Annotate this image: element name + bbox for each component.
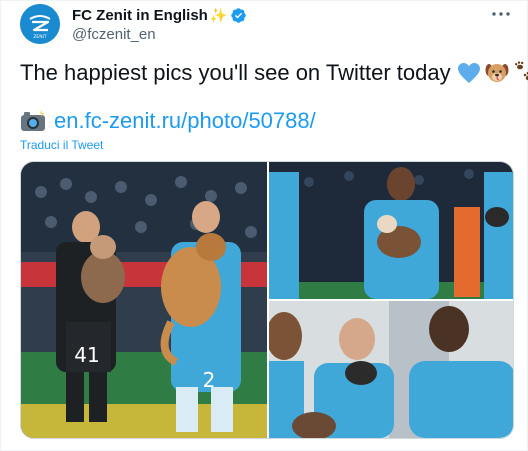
tweet-card[interactable]: ZENIT FC Zenit in English ✨ @fczenit_en … [0,0,528,451]
verified-badge-icon [231,7,247,23]
more-options-icon[interactable] [491,5,511,23]
photo-goalkeeper-and-player-with-dogs[interactable]: 41 2 [21,162,267,438]
blue-heart-icon [457,63,480,83]
tweet-text: The happiest pics you'll see on Twitter … [20,59,528,87]
author-name[interactable]: FC Zenit in English [72,7,208,24]
svg-text:ZENIT: ZENIT [33,34,47,40]
media-grid[interactable]: 41 2 [20,161,514,439]
photo-gallery-link[interactable]: en.fc-zenit.ru/photo/50788/ [54,108,316,134]
dog-face-icon [485,64,509,82]
translate-tweet-button[interactable]: Traduci il Tweet [20,138,103,152]
photo-player-holding-puppy[interactable] [269,162,513,299]
camera-with-flash-icon [21,110,45,131]
paw-prints-icon [514,61,528,81]
author-name-row[interactable]: FC Zenit in English ✨ [72,5,247,25]
svg-text:41: 41 [74,343,99,367]
sparkles-icon: ✨ [209,7,228,23]
tweet-text-content: The happiest pics you'll see on Twitter … [20,60,451,85]
author-handle[interactable]: @fczenit_en [72,26,156,43]
author-avatar[interactable]: ZENIT [20,4,60,44]
zenit-logo-icon: ZENIT [20,4,60,44]
photo-players-with-puppies-in-locker-room[interactable] [269,301,513,438]
link-row: en.fc-zenit.ru/photo/50788/ [20,108,316,134]
